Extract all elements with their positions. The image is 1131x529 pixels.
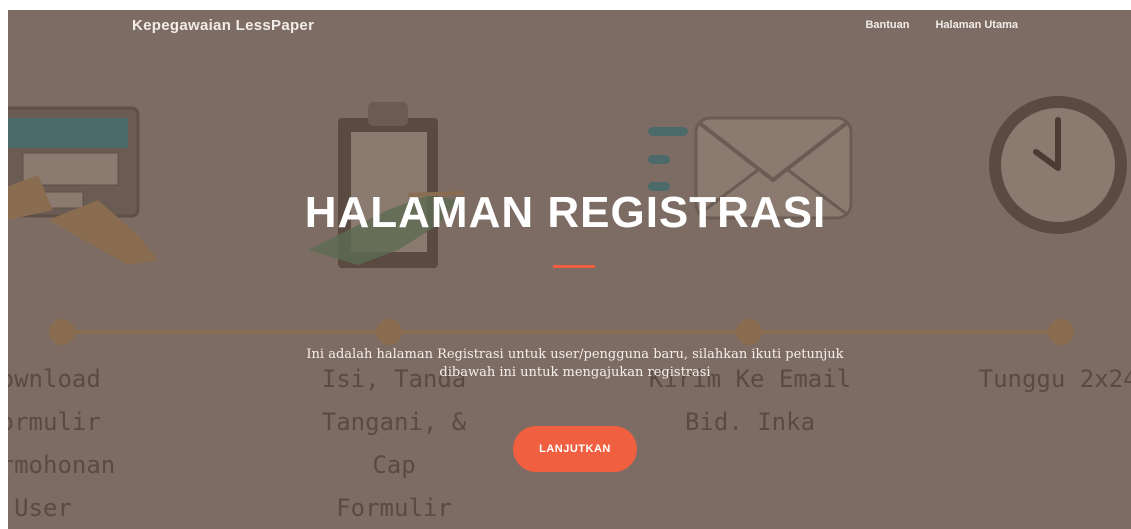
nav-link-bantuan[interactable]: Bantuan	[865, 19, 909, 31]
title-divider	[553, 265, 595, 268]
laptop-icon	[8, 106, 158, 265]
navbar: Kepegawaian LessPaper Bantuan Halaman Ut…	[8, 10, 1131, 46]
step-label-download: Download Formulir Permohonan User	[8, 365, 116, 522]
nav-links: Bantuan Halaman Utama	[865, 19, 1018, 31]
brand-logo[interactable]: Kepegawaian LessPaper	[132, 17, 314, 34]
nav-link-halaman-utama[interactable]: Halaman Utama	[935, 19, 1018, 31]
hero-description: Ini adalah halaman Registrasi untuk user…	[306, 347, 844, 380]
timeline	[49, 319, 1074, 345]
page-title: HALAMAN REGISTRASI	[304, 188, 827, 237]
step-label-sign: Isi, Tanda Tangani, & Cap Formulir	[321, 365, 467, 522]
clipboard-icon	[308, 102, 464, 268]
lanjutkan-button[interactable]: LANJUTKAN	[513, 426, 637, 472]
step-label-wait: Tunggu 2x24 Jam	[978, 365, 1131, 393]
